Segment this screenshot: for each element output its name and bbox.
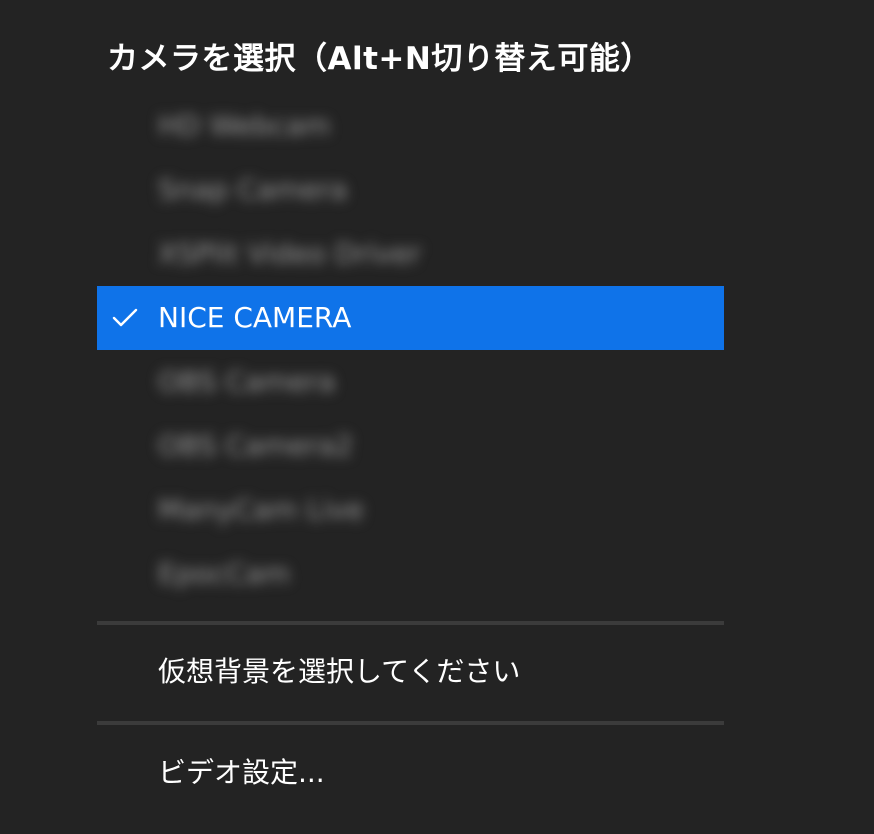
camera-item-label: ManyCam Live [158,493,364,526]
camera-item[interactable]: ManyCam Live [97,478,724,542]
camera-item-label: HD Webcam [158,109,331,142]
camera-item-selected[interactable]: NICE CAMERA [97,286,724,350]
checkmark-icon [111,286,139,350]
camera-item[interactable]: OBS Camera2 [97,414,724,478]
camera-list: HD Webcam Snap Camera XSPlit Video Drive… [97,94,724,606]
camera-item-label: XSPlit Video Driver [158,237,421,270]
menu-divider [97,621,724,625]
camera-item-label: Snap Camera [158,173,348,206]
camera-item-label: EpocCam [158,557,290,590]
camera-item-label: OBS Camera2 [158,429,354,462]
camera-item[interactable]: HD Webcam [97,94,724,158]
menu-divider [97,721,724,725]
virtual-background-item[interactable]: 仮想背景を選択してください [97,640,724,704]
camera-item[interactable]: OBS Camera [97,350,724,414]
menu-title: カメラを選択（Alt+N切り替え可能） [107,41,652,77]
video-settings-item[interactable]: ビデオ設定... [97,741,724,805]
camera-item[interactable]: EpocCam [97,542,724,606]
camera-item-label: NICE CAMERA [158,301,352,334]
camera-item[interactable]: XSPlit Video Driver [97,222,724,286]
camera-item[interactable]: Snap Camera [97,158,724,222]
camera-item-label: OBS Camera [158,365,336,398]
